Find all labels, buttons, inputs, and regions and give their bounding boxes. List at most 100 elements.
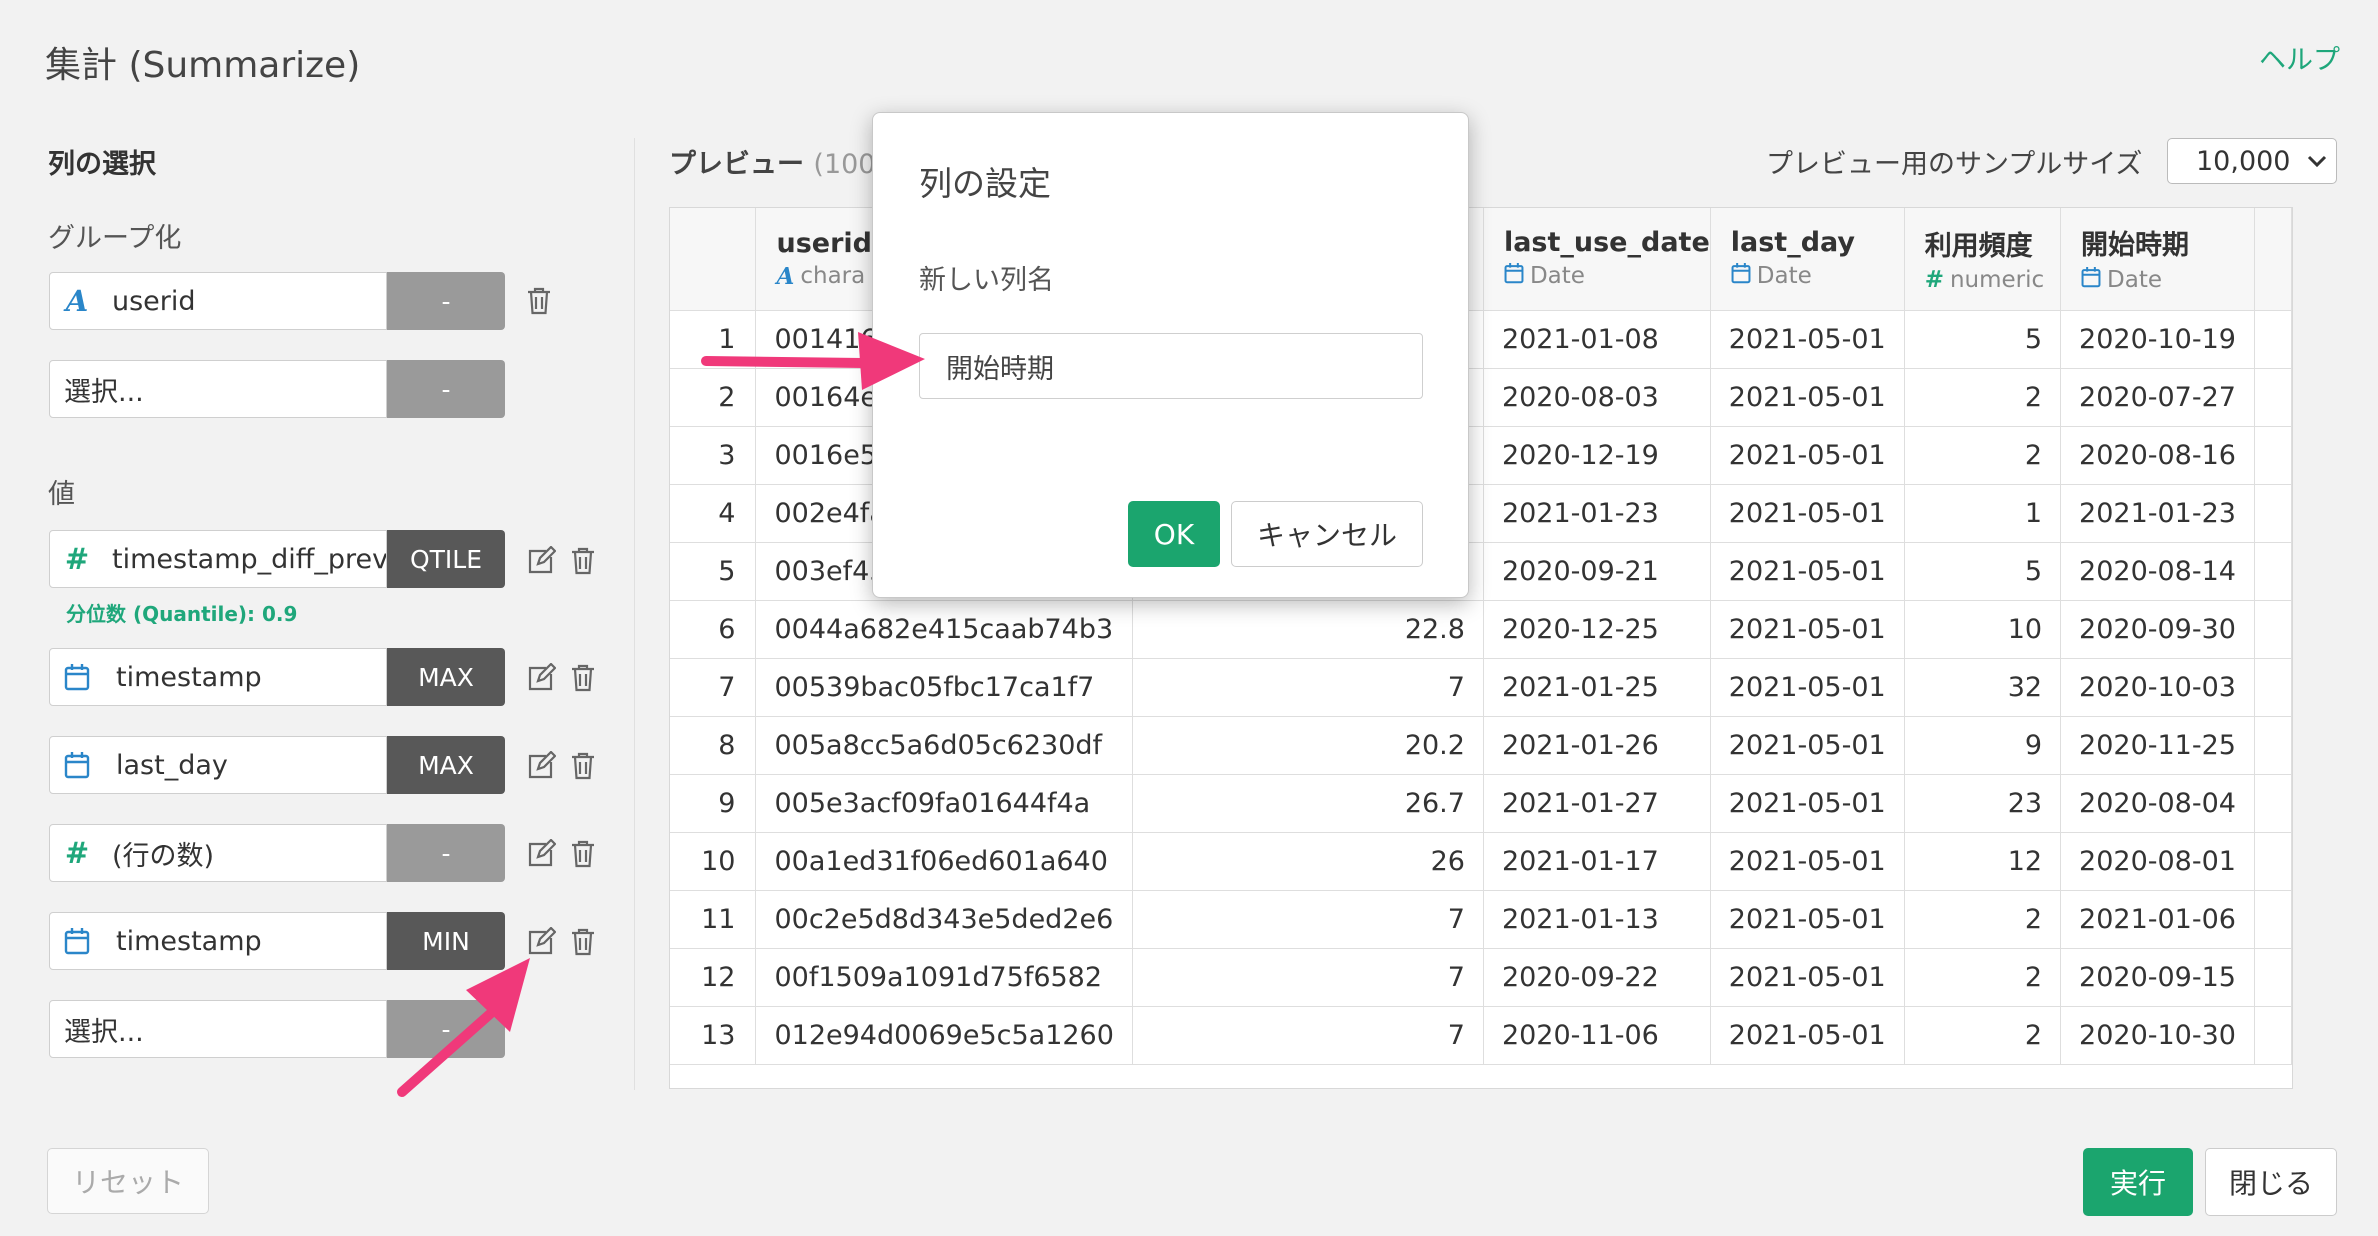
- row-number-cell: 11: [670, 890, 757, 949]
- value-field-row-count[interactable]: # (行の数): [49, 824, 387, 882]
- trash-icon[interactable]: [568, 662, 598, 694]
- column-header-start-period[interactable]: 開始時期 Date: [2060, 208, 2255, 311]
- trash-icon[interactable]: [568, 545, 598, 577]
- preview-heading: プレビュー (100: [669, 142, 875, 181]
- usage-frequency-cell: 9: [1904, 716, 2062, 775]
- select-placeholder: 選択...: [64, 1016, 144, 1048]
- table-row: 6 0044a682e415caab74b3 22.8 2020-12-25 2021-…: [670, 600, 2292, 659]
- close-button[interactable]: 閉じる: [2205, 1148, 2337, 1216]
- help-link[interactable]: ヘルプ: [2259, 38, 2340, 77]
- numeric-type-icon: #: [1924, 267, 1944, 294]
- run-button[interactable]: 実行: [2083, 1148, 2193, 1216]
- last-use-date-cell: 2021-01-23: [1483, 484, 1711, 543]
- edit-icon[interactable]: [526, 662, 556, 694]
- row-number-cell: 7: [670, 658, 757, 717]
- table-row: 12 00f1509a1091d75f6582 7 2020-09-22 2021-05…: [670, 948, 2292, 1007]
- value-field-timestamp-diff-prev[interactable]: # timestamp_diff_prev: [49, 530, 387, 588]
- hidden-column-cell: 20.2: [1132, 716, 1484, 775]
- edit-icon[interactable]: [526, 926, 556, 958]
- userid-cell: 0044a682e415caab74b3: [755, 600, 1133, 659]
- sample-size-select[interactable]: 10,000: [2167, 138, 2337, 184]
- last-use-date-cell: 2021-01-27: [1483, 774, 1711, 833]
- last-use-date-cell: 2021-01-25: [1483, 658, 1711, 717]
- row-filler: [2254, 310, 2292, 369]
- group-agg-button[interactable]: -: [387, 360, 505, 418]
- row-number-cell: 10: [670, 832, 757, 891]
- last-day-cell: 2021-05-01: [1710, 310, 1905, 369]
- table-row: 13 012e94d0069e5c5a1260 7 2020-11-06 2021-05…: [670, 1006, 2292, 1065]
- value-field-label: timestamp_diff_prev: [112, 543, 386, 575]
- new-column-name-input[interactable]: [919, 333, 1423, 399]
- agg-max-button[interactable]: MAX: [387, 736, 505, 794]
- agg-button[interactable]: -: [387, 824, 505, 882]
- userid-cell: 012e94d0069e5c5a1260: [755, 1006, 1133, 1065]
- start-period-cell: 2021-01-06: [2060, 890, 2255, 949]
- table-row: 11 00c2e5d8d343e5ded2e6 7 2021-01-13 2021-05…: [670, 890, 2292, 949]
- group-agg-button[interactable]: -: [387, 272, 505, 330]
- last-use-date-cell: 2020-09-22: [1483, 948, 1711, 1007]
- value-select-field[interactable]: 選択...: [49, 1000, 387, 1058]
- calendar-icon: [1731, 262, 1751, 290]
- row-filler: [2254, 832, 2292, 891]
- agg-max-button[interactable]: MAX: [387, 648, 505, 706]
- row-number-cell: 4: [670, 484, 757, 543]
- column-header-usage-frequency[interactable]: 利用頻度 # numeric: [1904, 208, 2062, 311]
- start-period-cell: 2020-08-01: [2060, 832, 2255, 891]
- sample-size-value: 10,000: [2196, 145, 2291, 177]
- row-filler: [2254, 368, 2292, 427]
- trash-icon[interactable]: [568, 926, 598, 958]
- last-day-cell: 2021-05-01: [1710, 542, 1905, 601]
- value-field-timestamp-min[interactable]: timestamp: [49, 912, 387, 970]
- row-filler: [2254, 542, 2292, 601]
- usage-frequency-cell: 23: [1904, 774, 2062, 833]
- userid-cell: 00f1509a1091d75f6582: [755, 948, 1133, 1007]
- trash-icon[interactable]: [524, 285, 554, 317]
- start-period-cell: 2020-10-19: [2060, 310, 2255, 369]
- ok-button[interactable]: OK: [1128, 501, 1220, 567]
- agg-qtile-button[interactable]: QTILE: [387, 530, 505, 588]
- usage-frequency-cell: 2: [1904, 368, 2062, 427]
- numeric-type-icon: #: [64, 542, 90, 576]
- column-header-last-day[interactable]: last_day Date: [1710, 208, 1905, 311]
- last-use-date-cell: 2021-01-13: [1483, 890, 1711, 949]
- row-number-cell: 2: [670, 368, 757, 427]
- value-field-last-day[interactable]: last_day: [49, 736, 387, 794]
- usage-frequency-cell: 32: [1904, 658, 2062, 717]
- cancel-button[interactable]: キャンセル: [1231, 501, 1423, 567]
- edit-icon[interactable]: [526, 545, 556, 577]
- row-filler: [2254, 890, 2292, 949]
- character-type-icon: A: [65, 284, 89, 318]
- row-number-cell: 13: [670, 1006, 757, 1065]
- last-use-date-cell: 2021-01-17: [1483, 832, 1711, 891]
- value-field-label: last_day: [116, 749, 228, 781]
- usage-frequency-cell: 2: [1904, 890, 2062, 949]
- agg-min-button[interactable]: MIN: [387, 912, 505, 970]
- trash-icon[interactable]: [568, 838, 598, 870]
- start-period-cell: 2020-07-27: [2060, 368, 2255, 427]
- select-placeholder: 選択...: [64, 376, 144, 408]
- last-day-cell: 2021-05-01: [1710, 890, 1905, 949]
- edit-icon[interactable]: [526, 750, 556, 782]
- row-filler: [2254, 484, 2292, 543]
- group-select-field[interactable]: 選択...: [49, 360, 387, 418]
- last-day-cell: 2021-05-01: [1710, 484, 1905, 543]
- group-field-userid[interactable]: A userid: [49, 272, 387, 330]
- row-number-header: [670, 208, 757, 311]
- usage-frequency-cell: 2: [1904, 948, 2062, 1007]
- value-field-timestamp[interactable]: timestamp: [49, 648, 387, 706]
- row-filler: [2254, 426, 2292, 485]
- edit-icon[interactable]: [526, 838, 556, 870]
- column-header-last-use-date[interactable]: last_use_date Date: [1483, 208, 1711, 311]
- trash-icon[interactable]: [568, 750, 598, 782]
- usage-frequency-cell: 5: [1904, 310, 2062, 369]
- hidden-column-cell: 7: [1132, 890, 1484, 949]
- usage-frequency-cell: 12: [1904, 832, 2062, 891]
- hidden-column-cell: 26: [1132, 832, 1484, 891]
- page-title: 集計 (Summarize): [45, 45, 361, 86]
- hidden-column-cell: 22.8: [1132, 600, 1484, 659]
- sample-size-label: プレビュー用のサンプルサイズ: [1766, 149, 2143, 180]
- agg-button[interactable]: -: [387, 1000, 505, 1058]
- row-number-cell: 5: [670, 542, 757, 601]
- start-period-cell: 2020-08-16: [2060, 426, 2255, 485]
- reset-button[interactable]: リセット: [47, 1148, 209, 1214]
